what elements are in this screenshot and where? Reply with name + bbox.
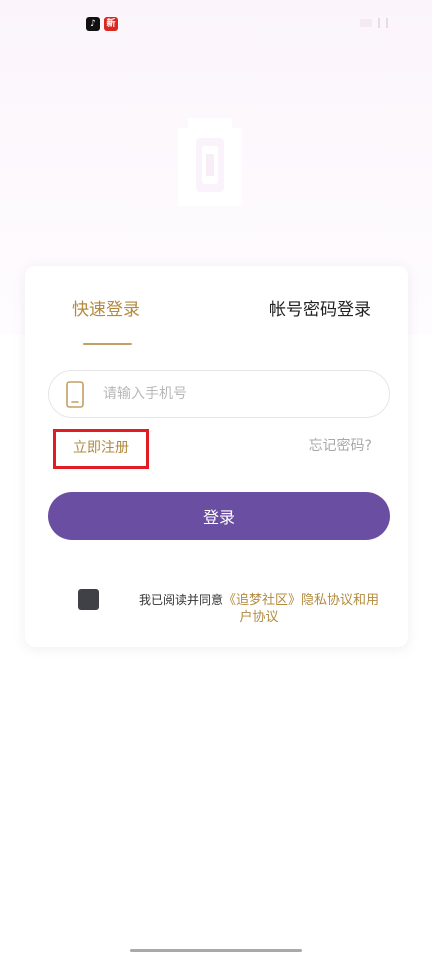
tiktok-icon: ♪ (86, 17, 100, 31)
status-bar: ♪ 新 (0, 0, 432, 52)
agreement-checkbox[interactable] (78, 589, 99, 610)
login-button[interactable]: 登录 (48, 492, 390, 540)
register-link[interactable]: 立即注册 (53, 429, 149, 469)
red-app-icon: 新 (104, 17, 118, 31)
status-indicators (360, 18, 388, 28)
tab-quick-login[interactable]: 快速登录 (72, 298, 140, 322)
mobile-phone-icon (66, 381, 84, 408)
agreement-prefix: 我已阅读并同意 (138, 593, 223, 607)
signal-icon (360, 19, 372, 27)
battery-icon (386, 18, 388, 28)
phone-field[interactable] (48, 370, 390, 418)
agreement-link[interactable]: 《追梦社区》隐私协议和用户协议 (223, 593, 379, 625)
app-logo-icon (178, 118, 242, 206)
tab-password-login[interactable]: 帐号密码登录 (269, 298, 371, 322)
agreement-text: 我已阅读并同意《追梦社区》隐私协议和用户协议 (133, 592, 385, 626)
wifi-icon (378, 18, 380, 28)
home-indicator[interactable] (130, 949, 302, 952)
active-tab-indicator (83, 343, 132, 345)
phone-input[interactable] (103, 379, 373, 409)
forgot-password-link[interactable]: 忘记密码? (309, 435, 372, 455)
login-card: 快速登录 帐号密码登录 立即注册 忘记密码? 登录 我已阅读并同意《追梦社区》隐… (25, 266, 408, 647)
